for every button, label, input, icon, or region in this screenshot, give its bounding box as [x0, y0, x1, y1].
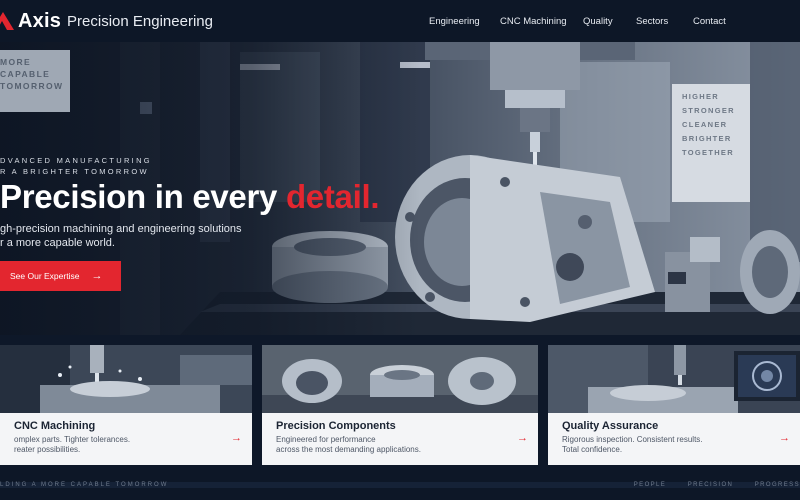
nav-item-contact[interactable]: Contact	[693, 16, 726, 27]
hero-title-main: Precision in every	[0, 178, 286, 215]
logo-mark-icon	[0, 8, 14, 34]
wall-sign-right-text: HIGHER STRONGER CLEANER BRIGHTER TOGETHE…	[682, 90, 735, 160]
see-expertise-label: See Our Expertise	[10, 271, 80, 281]
precision-components-image	[262, 345, 538, 413]
arrow-right-icon: →	[91, 270, 103, 282]
card-description-line: Total confidence.	[562, 445, 623, 454]
nav-item-cnc-machining[interactable]: CNC Machining	[500, 16, 567, 27]
arrow-right-icon[interactable]: →	[779, 432, 790, 444]
nav-item-engineering[interactable]: Engineering	[429, 16, 480, 27]
hero-eyebrow-line: DVANCED MANUFACTURING	[0, 156, 152, 165]
card-title: Quality Assurance	[562, 420, 659, 432]
service-cards: CNC Machining omplex parts. Tighter tole…	[0, 335, 800, 470]
wall-sign-right-line: STRONGER	[682, 106, 735, 115]
card-description: Rigorous inspection. Consistent results.…	[562, 435, 703, 455]
arrow-right-icon[interactable]: →	[517, 432, 528, 444]
footer-value: PROGRESS	[754, 482, 800, 488]
card-cnc-machining[interactable]: CNC Machining omplex parts. Tighter tole…	[0, 345, 252, 465]
hero-eyebrow: DVANCED MANUFACTURING R A BRIGHTER TOMOR…	[0, 155, 152, 177]
wall-sign-left-line: TOMORROW	[0, 81, 64, 91]
nav-item-quality[interactable]: Quality	[583, 16, 613, 27]
hero-subtitle-line: r a more capable world.	[0, 237, 115, 249]
wall-sign-left-line: MORE	[0, 57, 32, 67]
logo[interactable]: Axis Precision Engineering	[0, 8, 213, 34]
wall-sign-left-line: CAPABLE	[0, 69, 51, 79]
hero-eyebrow-line: R A BRIGHTER TOMORROW	[0, 167, 149, 176]
hero-title: Precision in every detail.	[0, 178, 380, 216]
see-expertise-button[interactable]: See Our Expertise →	[0, 261, 121, 291]
hero-subtitle: gh-precision machining and engineering s…	[0, 222, 250, 250]
brand-name: Axis	[18, 9, 62, 32]
wall-sign-right-line: BRIGHTER	[682, 134, 732, 143]
card-quality-assurance[interactable]: Quality Assurance Rigorous inspection. C…	[548, 345, 800, 465]
footer-values: PEOPLE PRECISION PROGRESS	[634, 482, 800, 488]
hero-title-accent: detail.	[285, 178, 380, 215]
footer-band: LDING A MORE CAPABLE TOMORROW PEOPLE PRE…	[0, 470, 800, 500]
brand-tagline: Precision Engineering	[67, 12, 213, 30]
footer-tagline: LDING A MORE CAPABLE TOMORROW	[0, 482, 169, 488]
card-precision-components[interactable]: Precision Components Engineered for perf…	[262, 345, 538, 465]
site-header: Axis Precision Engineering Engineering C…	[0, 0, 800, 42]
card-description-line: Engineered for performance	[276, 435, 376, 444]
hero-section: MORE CAPABLE TOMORROW HIGHER STRONGER CL…	[0, 42, 800, 335]
wall-sign-left-text: MORE CAPABLE TOMORROW	[0, 56, 63, 92]
footer-value: PEOPLE	[633, 482, 667, 488]
card-description-line: reater possibilities.	[14, 445, 81, 454]
cnc-machining-image	[0, 345, 252, 413]
card-title: CNC Machining	[14, 420, 96, 432]
card-description: Engineered for performance across the mo…	[276, 435, 421, 455]
wall-sign-right-line: TOGETHER	[682, 148, 734, 157]
wall-sign-right-line: CLEANER	[682, 120, 728, 129]
nav-item-sectors[interactable]: Sectors	[636, 16, 668, 27]
card-description-line: across the most demanding applications.	[276, 445, 421, 454]
hero-subtitle-line: gh-precision machining and engineering s…	[0, 223, 242, 235]
arrow-right-icon[interactable]: →	[231, 432, 242, 444]
wall-sign-right-line: HIGHER	[682, 92, 719, 101]
card-description-line: omplex parts. Tighter tolerances.	[14, 435, 131, 444]
card-title: Precision Components	[276, 420, 396, 432]
quality-assurance-image	[548, 345, 800, 413]
card-description: omplex parts. Tighter tolerances. reater…	[14, 435, 130, 455]
footer-value: PRECISION	[687, 482, 734, 488]
card-description-line: Rigorous inspection. Consistent results.	[562, 435, 703, 444]
